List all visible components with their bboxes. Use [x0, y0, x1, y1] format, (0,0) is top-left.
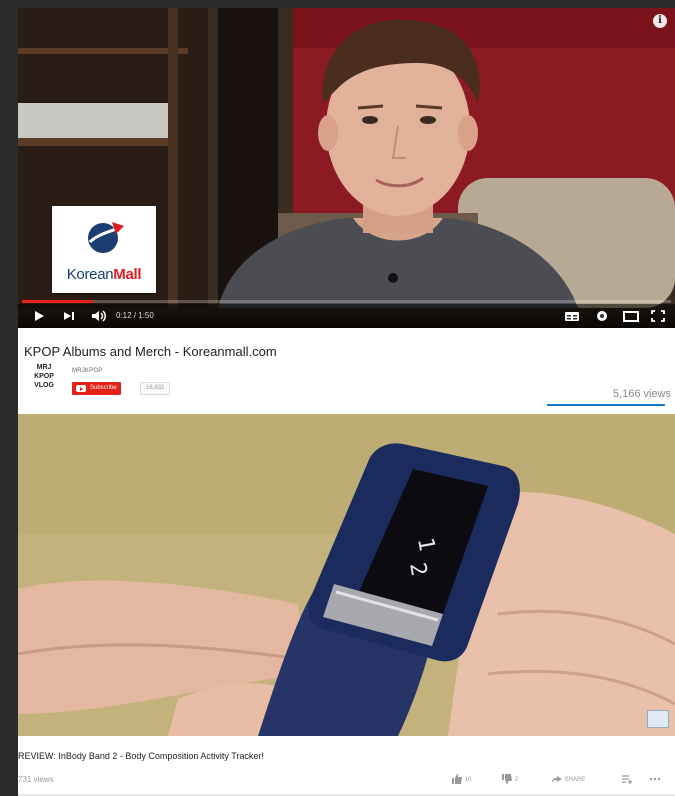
video-info-1: KPOP Albums and Merch - Koreanmall.com M… [18, 328, 675, 414]
like-ratio-bar [547, 404, 665, 406]
channel-logo-line: MRJ [36, 364, 52, 371]
share-button[interactable]: SHARE [551, 773, 585, 787]
next-icon[interactable] [62, 308, 76, 324]
channel-logo-line: VLOG [34, 382, 54, 389]
theater-icon[interactable] [622, 308, 640, 324]
view-count-1: 5,166 views [612, 388, 671, 400]
like-button[interactable]: 10 [451, 773, 471, 787]
video-info-2: REVIEW: InBody Band 2 - Body Composition… [18, 736, 675, 796]
player-controls: 0:12 / 1:50 [18, 304, 675, 328]
fullscreen-icon[interactable] [650, 308, 666, 324]
volume-icon[interactable] [90, 308, 108, 324]
subscribe-label: Subscribe [90, 385, 117, 391]
channel-name[interactable]: MRJKPOP [72, 368, 102, 374]
video-frame-2: 1 2 [18, 414, 675, 736]
dislike-count: 2 [514, 777, 519, 783]
add-to-icon [622, 775, 632, 785]
time-display: 0:12 / 1:50 [116, 311, 154, 320]
logo-text-main: Korean [66, 266, 114, 283]
logo-wordmark: KoreanMall [52, 266, 156, 283]
thumbs-down-icon [502, 774, 512, 785]
share-icon [552, 776, 562, 784]
video-actions: 10 2 SHARE [451, 773, 671, 787]
koreanmall-logo: KoreanMall [52, 206, 156, 293]
subscriber-count: 16,832 [140, 382, 171, 395]
channel-logo-line: KPOP [34, 373, 54, 380]
dislike-button[interactable]: 2 [501, 773, 518, 787]
progress-fill [22, 300, 94, 303]
channel-watermark-icon[interactable] [647, 710, 669, 728]
play-icon[interactable] [32, 308, 46, 324]
subscribe-button[interactable]: Subscribe [72, 382, 121, 395]
info-icon[interactable]: i [653, 14, 667, 28]
logo-text-accent: Mall [113, 266, 142, 283]
view-count-2: 731 views [18, 775, 54, 784]
more-button[interactable] [649, 773, 661, 787]
channel-logo[interactable]: MRJ KPOP VLOG [24, 363, 64, 390]
progress-bar[interactable] [22, 300, 671, 303]
page: i KoreanMall 0:12 / 1:50 KPOP Albums and… [0, 0, 675, 796]
captions-icon[interactable] [564, 308, 580, 324]
like-count: 10 [464, 777, 472, 783]
add-to-button[interactable] [621, 773, 633, 787]
video-feed: i KoreanMall 0:12 / 1:50 KPOP Albums and… [18, 8, 675, 796]
video-title-2[interactable]: REVIEW: InBody Band 2 - Body Composition… [18, 751, 264, 761]
more-icon [649, 778, 661, 781]
video-player-2[interactable]: 1 2 [18, 414, 675, 736]
thumbs-up-icon [452, 774, 462, 785]
youtube-play-icon [76, 385, 86, 392]
video-title-1[interactable]: KPOP Albums and Merch - Koreanmall.com [24, 344, 277, 359]
settings-icon[interactable] [594, 308, 610, 324]
share-label: SHARE [564, 777, 586, 783]
video-player-1[interactable]: i KoreanMall 0:12 / 1:50 [18, 8, 675, 328]
